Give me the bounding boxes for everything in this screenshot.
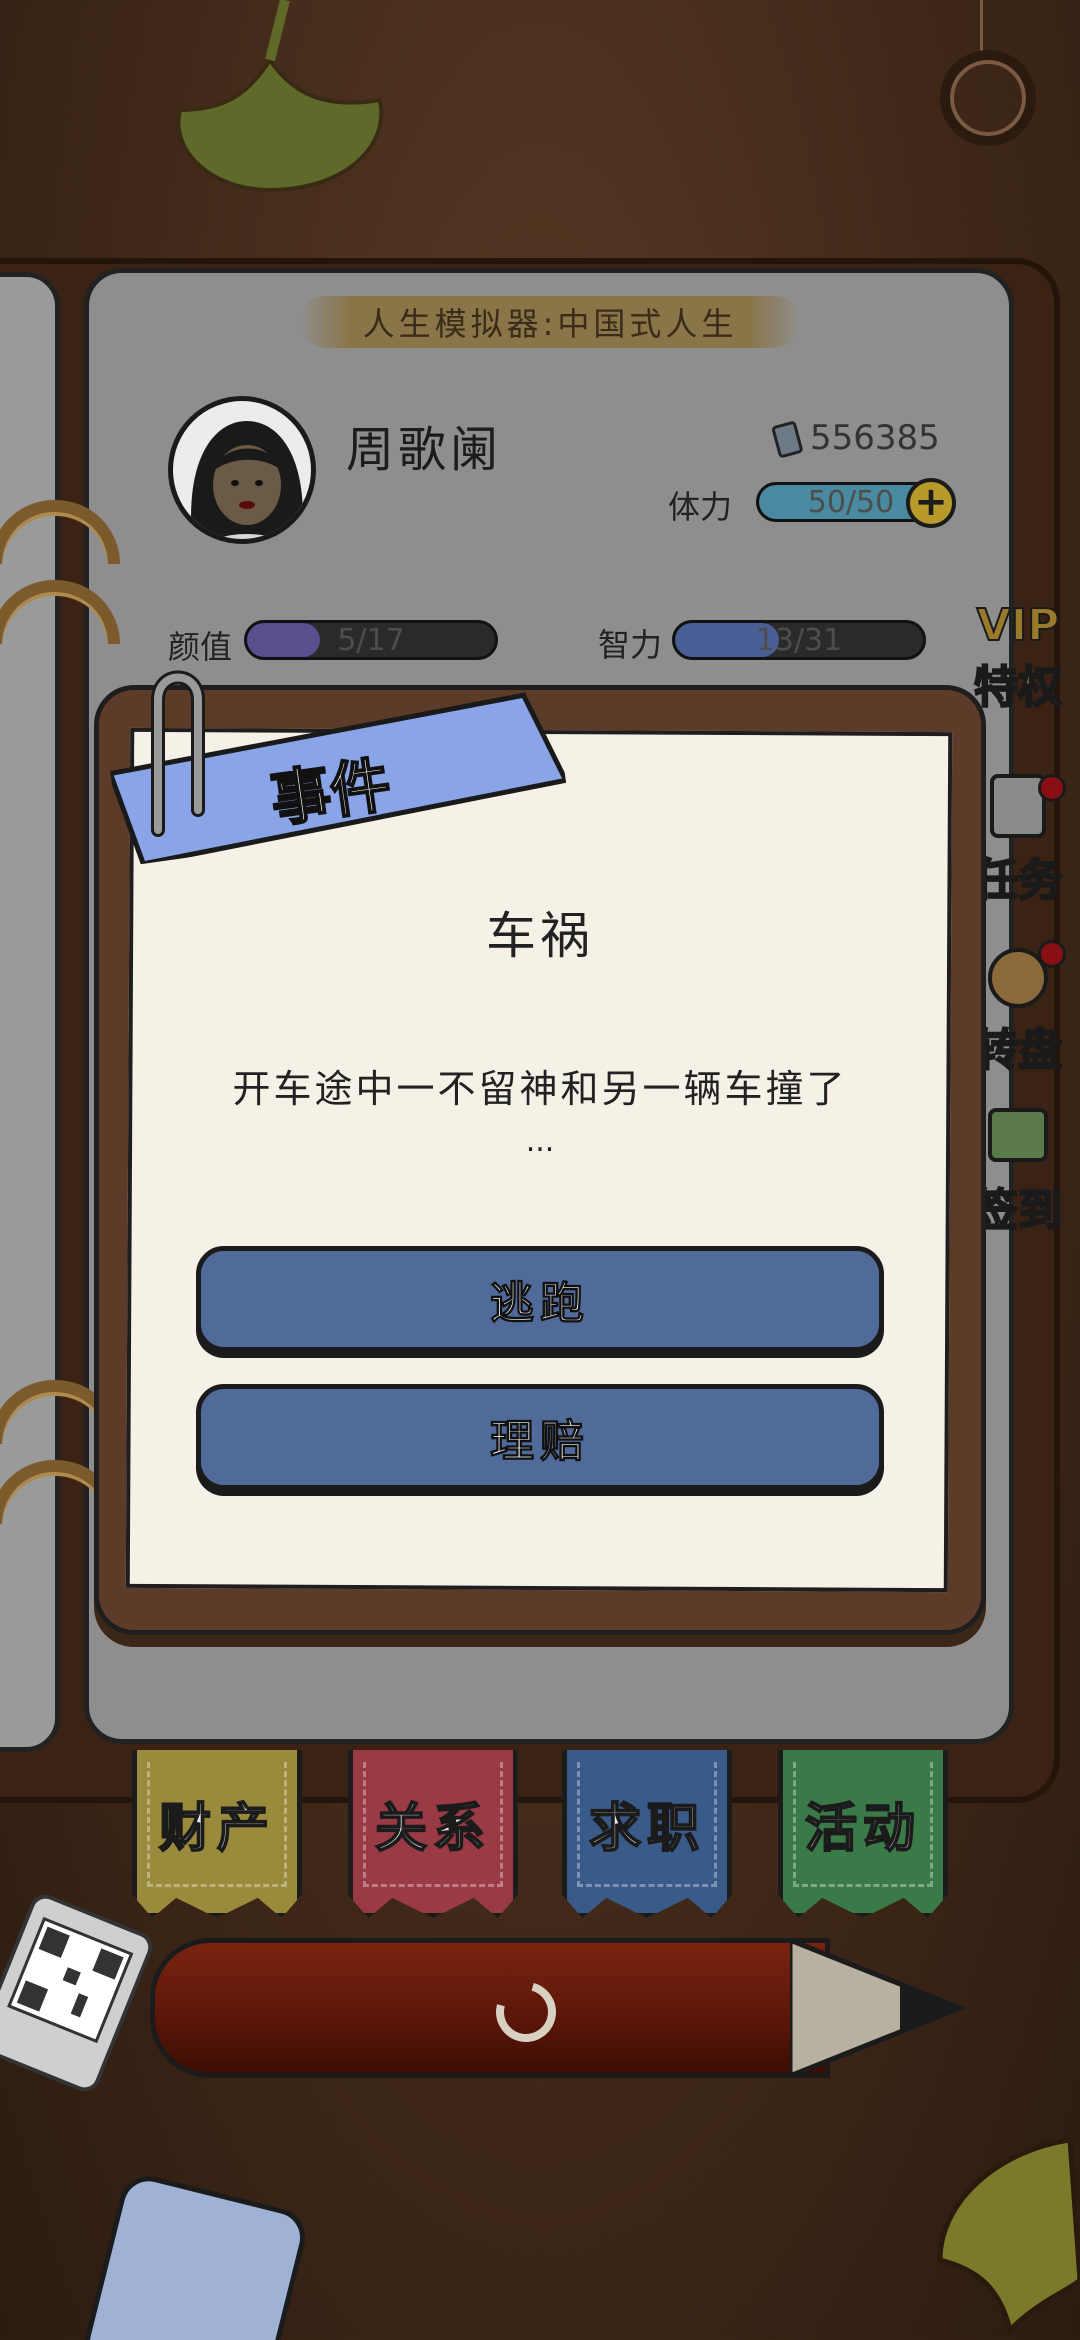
notebook-left-page	[0, 272, 60, 1752]
next-year-pencil-button[interactable]	[150, 1938, 830, 2078]
money-value: 556385	[810, 418, 940, 458]
add-stamina-button[interactable]: +	[906, 478, 956, 528]
event-title: 车祸	[486, 907, 594, 965]
choice-run-away-button[interactable]: 逃跑	[196, 1246, 884, 1352]
tab-activities[interactable]: 活动	[778, 1750, 948, 1918]
vip-badge: VIP	[976, 599, 1061, 652]
tab-stitch	[793, 1762, 933, 1887]
tab-jobs[interactable]: 求职	[562, 1750, 732, 1918]
event-ellipsis: ...	[525, 1124, 555, 1159]
ginkgo-leaf-bottom	[937, 2137, 1080, 2335]
qr-code-icon	[7, 1916, 134, 2044]
event-header: 事件	[265, 749, 396, 837]
eraser-decoration	[78, 2169, 312, 2340]
paperclip-icon	[151, 670, 205, 837]
tab-stitch	[147, 1762, 287, 1887]
tab-property[interactable]: 财产	[132, 1750, 302, 1918]
tab-relations[interactable]: 关系	[348, 1750, 518, 1918]
intelligence-value: 13/31	[755, 622, 843, 658]
looks-bar: 5/17	[244, 620, 498, 660]
money-icon	[772, 421, 803, 458]
choice-claim-insurance-button[interactable]: 理赔	[196, 1384, 884, 1490]
ginkgo-leaf-top	[176, 0, 384, 193]
hanging-ring	[940, 50, 1036, 146]
game-title: 人生模拟器:中国式人生	[300, 296, 800, 348]
intelligence-label: 智力	[598, 626, 663, 664]
stamina-label: 体力	[668, 488, 733, 526]
qr-code-tag[interactable]	[0, 1889, 158, 2097]
notification-dot	[1038, 774, 1066, 802]
event-description: 开车途中一不留神和另一辆车撞了	[232, 1067, 848, 1111]
pencil-tip	[790, 1938, 967, 2078]
intelligence-bar: 13/31	[672, 620, 926, 660]
avatar[interactable]	[168, 396, 316, 544]
looks-value: 5/17	[337, 622, 405, 658]
tab-stitch	[363, 1762, 503, 1887]
player-name: 周歌阑	[346, 422, 503, 478]
tab-stitch	[577, 1762, 717, 1887]
